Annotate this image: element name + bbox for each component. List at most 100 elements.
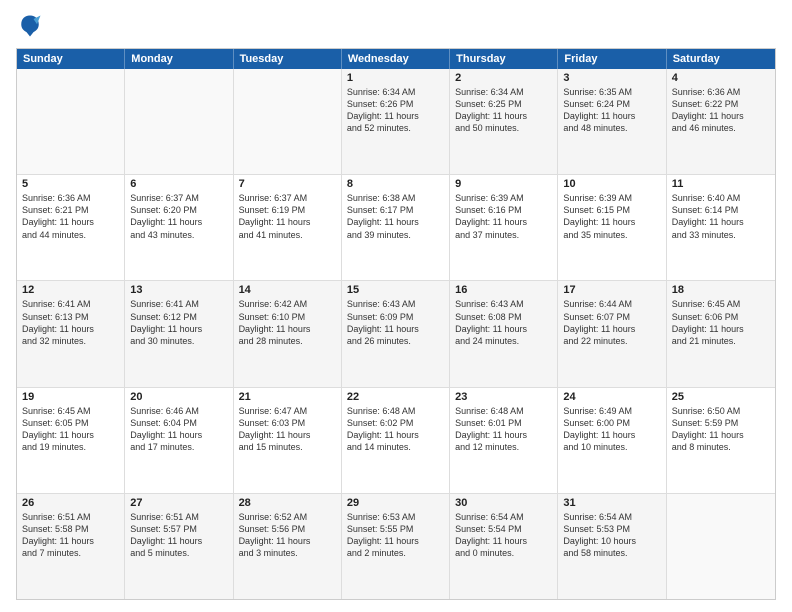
calendar-header: SundayMondayTuesdayWednesdayThursdayFrid… xyxy=(17,49,775,69)
cell-info: Sunrise: 6:35 AM Sunset: 6:24 PM Dayligh… xyxy=(563,86,660,135)
calendar-row: 26 Sunrise: 6:51 AM Sunset: 5:58 PM Dayli… xyxy=(17,494,775,599)
day-number: 9 xyxy=(455,178,552,190)
day-number: 29 xyxy=(347,497,444,509)
calendar-cell: 31Sunrise: 6:54 AM Sunset: 5:53 PM Dayli… xyxy=(558,494,666,599)
calendar-cell: 27 Sunrise: 6:51 AM Sunset: 5:57 PM Dayli… xyxy=(125,494,233,599)
cell-info: Sunrise: 6:36 AM Sunset: 6:22 PM Dayligh… xyxy=(672,86,770,135)
cell-info: Sunrise: 6:36 AM Sunset: 6:21 PM Dayligh… xyxy=(22,192,119,241)
calendar-row: 19 Sunrise: 6:45 AM Sunset: 6:05 PM Dayli… xyxy=(17,388,775,494)
calendar-cell: 1 Sunrise: 6:34 AM Sunset: 6:26 PM Daylig… xyxy=(342,69,450,174)
calendar-cell: 21 Sunrise: 6:47 AM Sunset: 6:03 PM Dayli… xyxy=(234,388,342,493)
cell-info: Sunrise: 6:40 AM Sunset: 6:14 PM Dayligh… xyxy=(672,192,770,241)
day-number: 23 xyxy=(455,391,552,403)
calendar-cell: 15 Sunrise: 6:43 AM Sunset: 6:09 PM Dayli… xyxy=(342,281,450,386)
calendar-cell: 13Sunrise: 6:41 AM Sunset: 6:12 PM Dayli… xyxy=(125,281,233,386)
cell-info: Sunrise: 6:41 AM Sunset: 6:13 PM Dayligh… xyxy=(22,298,119,347)
day-number: 2 xyxy=(455,72,552,84)
calendar-cell xyxy=(125,69,233,174)
weekday-header: Monday xyxy=(125,49,233,69)
calendar-cell: 10Sunrise: 6:39 AM Sunset: 6:15 PM Dayli… xyxy=(558,175,666,280)
day-number: 7 xyxy=(239,178,336,190)
cell-info: Sunrise: 6:34 AM Sunset: 6:26 PM Dayligh… xyxy=(347,86,444,135)
calendar-row: 12 Sunrise: 6:41 AM Sunset: 6:13 PM Dayli… xyxy=(17,281,775,387)
weekday-header: Thursday xyxy=(450,49,558,69)
calendar-cell: 9 Sunrise: 6:39 AM Sunset: 6:16 PM Daylig… xyxy=(450,175,558,280)
calendar-cell: 23 Sunrise: 6:48 AM Sunset: 6:01 PM Dayli… xyxy=(450,388,558,493)
day-number: 11 xyxy=(672,178,770,190)
calendar-cell: 17 Sunrise: 6:44 AM Sunset: 6:07 PM Dayli… xyxy=(558,281,666,386)
day-number: 30 xyxy=(455,497,552,509)
calendar-cell: 11 Sunrise: 6:40 AM Sunset: 6:14 PM Dayli… xyxy=(667,175,775,280)
calendar-cell: 18 Sunrise: 6:45 AM Sunset: 6:06 PM Dayli… xyxy=(667,281,775,386)
cell-info: Sunrise: 6:42 AM Sunset: 6:10 PM Dayligh… xyxy=(239,298,336,347)
calendar-cell: 5 Sunrise: 6:36 AM Sunset: 6:21 PM Daylig… xyxy=(17,175,125,280)
calendar-cell: 26 Sunrise: 6:51 AM Sunset: 5:58 PM Dayli… xyxy=(17,494,125,599)
day-number: 27 xyxy=(130,497,227,509)
day-number: 15 xyxy=(347,284,444,296)
calendar-cell: 4Sunrise: 6:36 AM Sunset: 6:22 PM Daylig… xyxy=(667,69,775,174)
cell-info: Sunrise: 6:49 AM Sunset: 6:00 PM Dayligh… xyxy=(563,405,660,454)
day-number: 19 xyxy=(22,391,119,403)
calendar-cell: 6 Sunrise: 6:37 AM Sunset: 6:20 PM Daylig… xyxy=(125,175,233,280)
calendar-row: 5 Sunrise: 6:36 AM Sunset: 6:21 PM Daylig… xyxy=(17,175,775,281)
cell-info: Sunrise: 6:51 AM Sunset: 5:58 PM Dayligh… xyxy=(22,511,119,560)
cell-info: Sunrise: 6:48 AM Sunset: 6:02 PM Dayligh… xyxy=(347,405,444,454)
cell-info: Sunrise: 6:54 AM Sunset: 5:54 PM Dayligh… xyxy=(455,511,552,560)
day-number: 20 xyxy=(130,391,227,403)
cell-info: Sunrise: 6:47 AM Sunset: 6:03 PM Dayligh… xyxy=(239,405,336,454)
calendar-row: 1 Sunrise: 6:34 AM Sunset: 6:26 PM Daylig… xyxy=(17,69,775,175)
cell-info: Sunrise: 6:45 AM Sunset: 6:06 PM Dayligh… xyxy=(672,298,770,347)
calendar-cell: 30 Sunrise: 6:54 AM Sunset: 5:54 PM Dayli… xyxy=(450,494,558,599)
calendar-cell: 22 Sunrise: 6:48 AM Sunset: 6:02 PM Dayli… xyxy=(342,388,450,493)
calendar-cell: 28 Sunrise: 6:52 AM Sunset: 5:56 PM Dayli… xyxy=(234,494,342,599)
calendar-cell: 25 Sunrise: 6:50 AM Sunset: 5:59 PM Dayli… xyxy=(667,388,775,493)
cell-info: Sunrise: 6:39 AM Sunset: 6:15 PM Dayligh… xyxy=(563,192,660,241)
cell-info: Sunrise: 6:44 AM Sunset: 6:07 PM Dayligh… xyxy=(563,298,660,347)
weekday-header: Wednesday xyxy=(342,49,450,69)
day-number: 24 xyxy=(563,391,660,403)
day-number: 28 xyxy=(239,497,336,509)
cell-info: Sunrise: 6:53 AM Sunset: 5:55 PM Dayligh… xyxy=(347,511,444,560)
cell-info: Sunrise: 6:50 AM Sunset: 5:59 PM Dayligh… xyxy=(672,405,770,454)
day-number: 21 xyxy=(239,391,336,403)
day-number: 1 xyxy=(347,72,444,84)
day-number: 18 xyxy=(672,284,770,296)
calendar-cell: 19 Sunrise: 6:45 AM Sunset: 6:05 PM Dayli… xyxy=(17,388,125,493)
day-number: 17 xyxy=(563,284,660,296)
cell-info: Sunrise: 6:43 AM Sunset: 6:09 PM Dayligh… xyxy=(347,298,444,347)
calendar-cell: 29 Sunrise: 6:53 AM Sunset: 5:55 PM Dayli… xyxy=(342,494,450,599)
cell-info: Sunrise: 6:43 AM Sunset: 6:08 PM Dayligh… xyxy=(455,298,552,347)
cell-info: Sunrise: 6:39 AM Sunset: 6:16 PM Dayligh… xyxy=(455,192,552,241)
cell-info: Sunrise: 6:46 AM Sunset: 6:04 PM Dayligh… xyxy=(130,405,227,454)
day-number: 12 xyxy=(22,284,119,296)
page: SundayMondayTuesdayWednesdayThursdayFrid… xyxy=(0,0,792,612)
cell-info: Sunrise: 6:48 AM Sunset: 6:01 PM Dayligh… xyxy=(455,405,552,454)
calendar-cell: 14 Sunrise: 6:42 AM Sunset: 6:10 PM Dayli… xyxy=(234,281,342,386)
calendar: SundayMondayTuesdayWednesdayThursdayFrid… xyxy=(16,48,776,600)
logo xyxy=(16,12,48,40)
day-number: 22 xyxy=(347,391,444,403)
calendar-cell: 20 Sunrise: 6:46 AM Sunset: 6:04 PM Dayli… xyxy=(125,388,233,493)
calendar-cell: 7 Sunrise: 6:37 AM Sunset: 6:19 PM Daylig… xyxy=(234,175,342,280)
cell-info: Sunrise: 6:45 AM Sunset: 6:05 PM Dayligh… xyxy=(22,405,119,454)
weekday-header: Tuesday xyxy=(234,49,342,69)
day-number: 6 xyxy=(130,178,227,190)
day-number: 5 xyxy=(22,178,119,190)
day-number: 16 xyxy=(455,284,552,296)
cell-info: Sunrise: 6:51 AM Sunset: 5:57 PM Dayligh… xyxy=(130,511,227,560)
weekday-header: Friday xyxy=(558,49,666,69)
cell-info: Sunrise: 6:37 AM Sunset: 6:19 PM Dayligh… xyxy=(239,192,336,241)
cell-info: Sunrise: 6:38 AM Sunset: 6:17 PM Dayligh… xyxy=(347,192,444,241)
weekday-header: Saturday xyxy=(667,49,775,69)
calendar-cell: 12 Sunrise: 6:41 AM Sunset: 6:13 PM Dayli… xyxy=(17,281,125,386)
day-number: 8 xyxy=(347,178,444,190)
logo-icon xyxy=(16,12,44,40)
calendar-cell: 3Sunrise: 6:35 AM Sunset: 6:24 PM Daylig… xyxy=(558,69,666,174)
cell-info: Sunrise: 6:34 AM Sunset: 6:25 PM Dayligh… xyxy=(455,86,552,135)
cell-info: Sunrise: 6:37 AM Sunset: 6:20 PM Dayligh… xyxy=(130,192,227,241)
day-number: 14 xyxy=(239,284,336,296)
cell-info: Sunrise: 6:52 AM Sunset: 5:56 PM Dayligh… xyxy=(239,511,336,560)
day-number: 26 xyxy=(22,497,119,509)
day-number: 25 xyxy=(672,391,770,403)
calendar-cell xyxy=(234,69,342,174)
